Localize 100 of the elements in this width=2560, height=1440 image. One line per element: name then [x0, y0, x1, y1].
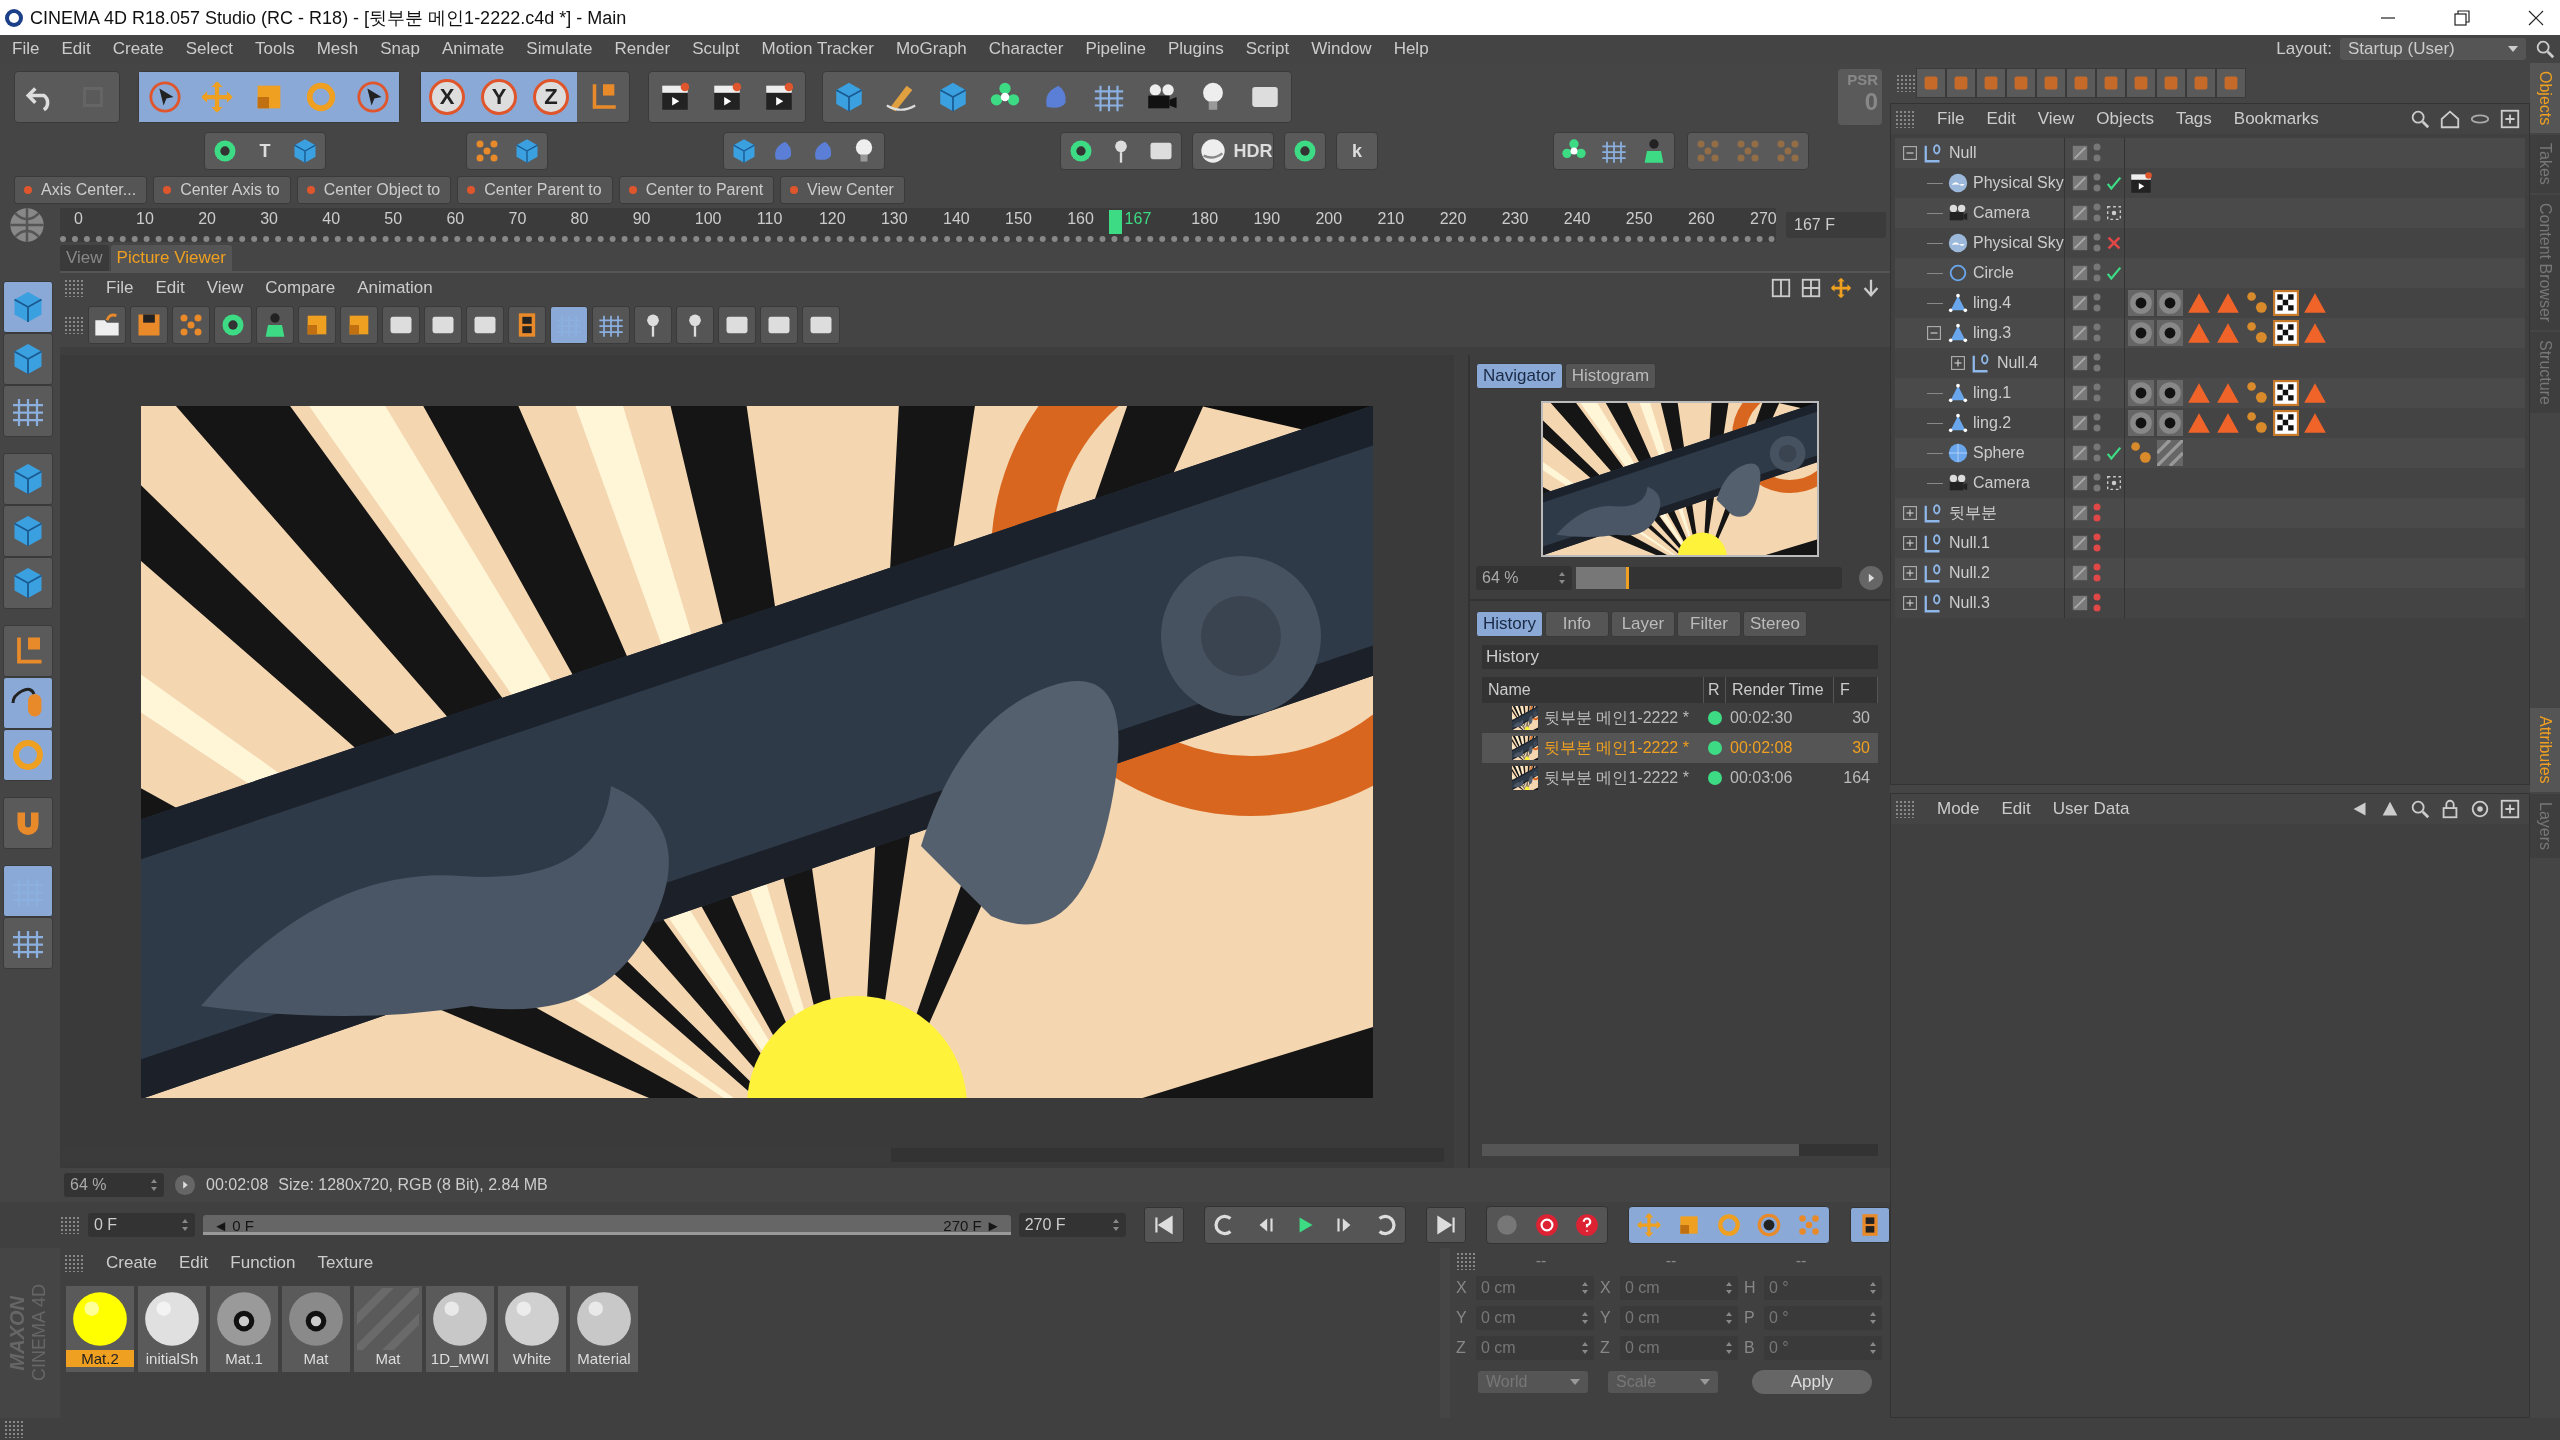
- panel-tab[interactable]: View: [60, 245, 109, 271]
- tool-button[interactable]: HDR: [1233, 133, 1273, 169]
- menu-item[interactable]: Edit: [1986, 109, 2016, 129]
- object-name[interactable]: Null.1: [1949, 534, 1990, 552]
- object-name[interactable]: ling.1: [1973, 384, 2012, 402]
- menu-item[interactable]: File: [1937, 109, 1965, 129]
- menu-item[interactable]: Tags: [2175, 109, 2212, 129]
- panel-tab[interactable]: Picture Viewer: [110, 245, 232, 271]
- menu-item[interactable]: Simulate: [526, 39, 593, 59]
- menu-item[interactable]: Select: [185, 39, 233, 59]
- object-name[interactable]: Physical Sky: [1973, 234, 2064, 252]
- object-name[interactable]: Null.2: [1949, 564, 1990, 582]
- menu-item[interactable]: Render: [614, 39, 671, 59]
- command-button[interactable]: Axis Center...: [14, 176, 148, 204]
- menu-item[interactable]: Edit: [61, 39, 91, 59]
- menu-item[interactable]: Motion Tracker: [761, 39, 874, 59]
- panel-tab[interactable]: Info: [1544, 611, 1609, 637]
- tool-button[interactable]: X: [421, 72, 473, 122]
- object-name[interactable]: Null: [1949, 144, 1977, 162]
- tool-button[interactable]: Y: [473, 72, 525, 122]
- command-button[interactable]: View Center: [780, 176, 905, 204]
- material-swatch[interactable]: 1D_MWI: [426, 1286, 494, 1372]
- panel-tab[interactable]: Histogram: [1564, 363, 1657, 389]
- menu-item[interactable]: Create: [112, 39, 164, 59]
- object-name[interactable]: Camera: [1973, 474, 2030, 492]
- menu-item[interactable]: File: [106, 278, 134, 298]
- command-button[interactable]: Center Parent to: [457, 176, 613, 204]
- panel-tab[interactable]: Navigator: [1476, 363, 1563, 389]
- end-frame-field[interactable]: 270 F: [1018, 1213, 1126, 1237]
- panel-tab[interactable]: History: [1476, 611, 1543, 637]
- menu-item[interactable]: Plugins: [1167, 39, 1224, 59]
- frame-field[interactable]: 167 F: [1786, 212, 1886, 238]
- menu-item[interactable]: MoGraph: [895, 39, 967, 59]
- history-row[interactable]: 뒷부분 메인1-2222 * 00:03:06 164: [1482, 763, 1878, 793]
- menu-item[interactable]: Texture: [317, 1253, 374, 1273]
- zoom-field[interactable]: 64 %: [64, 1173, 164, 1197]
- menu-item[interactable]: Mesh: [316, 39, 359, 59]
- menu-item[interactable]: Tools: [255, 39, 295, 59]
- object-name[interactable]: ling.3: [1973, 324, 2012, 342]
- menu-item[interactable]: View: [2037, 109, 2075, 129]
- object-name[interactable]: Camera: [1973, 204, 2030, 222]
- menu-item[interactable]: Function: [230, 1253, 296, 1273]
- column-header[interactable]: R: [1704, 677, 1726, 703]
- object-name[interactable]: Sphere: [1973, 444, 2025, 462]
- side-tab[interactable]: Attributes: [2530, 708, 2560, 792]
- column-header[interactable]: Render Time: [1726, 677, 1834, 703]
- material-swatch[interactable]: White: [498, 1286, 566, 1372]
- material-swatch[interactable]: Mat: [282, 1286, 350, 1372]
- menu-item[interactable]: Animate: [441, 39, 505, 59]
- object-name[interactable]: ling.4: [1973, 294, 2012, 312]
- history-row[interactable]: 뒷부분 메인1-2222 * 00:02:08 30: [1482, 733, 1878, 763]
- menu-item[interactable]: User Data: [2052, 799, 2130, 819]
- material-swatch[interactable]: Material: [570, 1286, 638, 1372]
- panel-tab[interactable]: Filter: [1676, 611, 1741, 637]
- menu-item[interactable]: Edit: [155, 278, 185, 298]
- material-swatch[interactable]: Mat.1: [210, 1286, 278, 1372]
- menu-item[interactable]: Script: [1245, 39, 1290, 59]
- object-name[interactable]: Circle: [1973, 264, 2014, 282]
- material-swatch[interactable]: initialSh: [138, 1286, 206, 1372]
- zoom-field[interactable]: 64 %: [1476, 566, 1572, 590]
- menu-item[interactable]: Window: [1311, 39, 1372, 59]
- apply-button[interactable]: Apply: [1752, 1370, 1872, 1394]
- command-button[interactable]: Center Axis to: [153, 176, 291, 204]
- tool-button[interactable]: k: [1337, 133, 1377, 169]
- material-swatch[interactable]: Mat: [354, 1286, 422, 1372]
- menu-item[interactable]: Snap: [380, 39, 420, 59]
- object-name[interactable]: ling.2: [1973, 414, 2012, 432]
- menu-item[interactable]: Compare: [265, 278, 336, 298]
- object-name[interactable]: Null.4: [1997, 354, 2038, 372]
- material-swatch[interactable]: Mat.2: [66, 1286, 134, 1372]
- object-name[interactable]: Physical Sky: [1973, 174, 2064, 192]
- tool-button[interactable]: T: [245, 133, 285, 169]
- tool-button[interactable]: Z: [525, 72, 577, 122]
- column-header[interactable]: F: [1834, 677, 1878, 703]
- menu-item[interactable]: Mode: [1937, 799, 1980, 819]
- menu-item[interactable]: Bookmarks: [2233, 109, 2319, 129]
- menu-item[interactable]: Animation: [357, 278, 433, 298]
- layout-dropdown[interactable]: Startup (User): [2340, 38, 2526, 60]
- start-frame-field[interactable]: 0 F: [88, 1213, 196, 1237]
- menu-item[interactable]: File: [12, 39, 40, 59]
- object-name[interactable]: Null.3: [1949, 594, 1990, 612]
- menu-item[interactable]: Edit: [2001, 799, 2031, 819]
- side-tab[interactable]: Objects: [2530, 63, 2560, 134]
- object-name[interactable]: 뒷부분: [1949, 502, 1997, 524]
- panel-tab[interactable]: Stereo: [1742, 611, 1807, 637]
- menu-item[interactable]: Pipeline: [1085, 39, 1146, 59]
- menu-item[interactable]: View: [206, 278, 244, 298]
- menu-item[interactable]: Help: [1393, 39, 1429, 59]
- command-button[interactable]: Center to Parent: [618, 176, 775, 204]
- frame-range-slider[interactable]: ◄ 0 F 270 F ►: [203, 1215, 1011, 1235]
- timeline-ruler[interactable]: 0 10 20 30 40 50 60 70 80 90 100 110 120 130 140 150 160 167 180 190 200 210 220 230 240 250 260 270: [60, 208, 1776, 242]
- menu-item[interactable]: Sculpt: [692, 39, 740, 59]
- menu-item[interactable]: Edit: [179, 1253, 209, 1273]
- panel-tab[interactable]: Layer: [1610, 611, 1675, 637]
- column-header[interactable]: Name: [1482, 677, 1704, 703]
- history-row[interactable]: 뒷부분 메인1-2222 * 00:02:30 30: [1482, 703, 1878, 733]
- menu-item[interactable]: Character: [988, 39, 1064, 59]
- command-button[interactable]: Center Object to: [296, 176, 452, 204]
- menu-item[interactable]: Create: [106, 1253, 158, 1273]
- menu-item[interactable]: Objects: [2096, 109, 2154, 129]
